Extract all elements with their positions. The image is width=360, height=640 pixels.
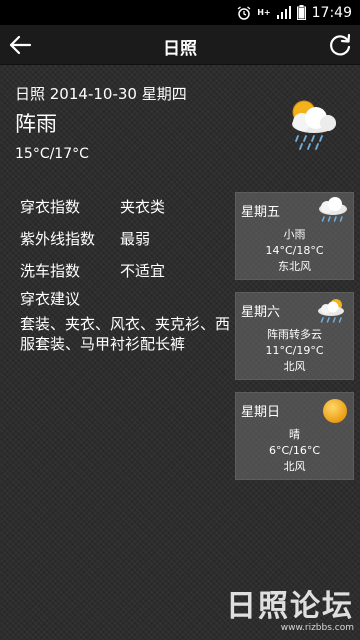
index-table: 穿衣指数 夹衣类 紫外线指数 最弱 洗车指数 不适宜 — [20, 190, 220, 286]
index-value: 夹衣类 — [120, 197, 166, 216]
advice-text: 套装、夹衣、风衣、夹克衫、西服套装、马甲衬衫配长裤 — [20, 315, 231, 353]
index-row-carwash: 洗车指数 不适宜 — [20, 254, 220, 286]
forecast-day: 星期六 — [241, 305, 281, 320]
sun-icon — [323, 399, 347, 423]
forecast-card: 星期日 晴 6°C/16°C 北风 — [235, 392, 354, 480]
forecast-day: 星期五 — [241, 205, 281, 220]
signal-icon — [276, 6, 291, 19]
watermark-url: www.rizbbs.com — [280, 623, 354, 633]
forecast-temperature: 6°C/16°C — [268, 444, 321, 457]
forecast-day: 星期日 — [241, 405, 281, 420]
forecast-wind: 北风 — [283, 360, 306, 373]
forecast-temperature: 14°C/18°C — [265, 244, 324, 257]
forecast-condition: 小雨 — [283, 228, 306, 241]
title-bar: 日照 — [0, 25, 360, 65]
forecast-condition: 晴 — [289, 428, 300, 441]
page-title: 日照 — [163, 39, 197, 59]
today-date: 日照 2014-10-30 星期四 — [15, 85, 187, 103]
index-label: 紫外线指数 — [20, 229, 96, 248]
index-value: 最弱 — [120, 229, 151, 248]
forecast-wind: 东北风 — [278, 260, 311, 273]
forecast-condition: 阵雨转多云 — [267, 328, 322, 341]
battery-icon — [296, 5, 306, 20]
index-row-clothing: 穿衣指数 夹衣类 — [20, 190, 220, 222]
watermark: 日照论坛 www.rizbbs.com — [194, 590, 354, 640]
index-label: 洗车指数 — [20, 261, 81, 280]
sun-cloud-rain-icon — [292, 100, 336, 150]
watermark-logo: 日照论坛 — [226, 589, 354, 624]
forecast-card: 星期五 小雨 14°C/18°C 东北风 — [235, 192, 354, 280]
index-value: 不适宜 — [120, 261, 166, 280]
refresh-icon[interactable] — [326, 31, 354, 59]
status-time: 17:49 — [311, 4, 352, 21]
index-label: 穿衣指数 — [20, 197, 81, 216]
status-bar: H+ 17:49 — [0, 0, 360, 25]
cloud-rain-icon — [319, 197, 347, 222]
network-type-label: H+ — [257, 7, 271, 17]
forecast-wind: 北风 — [283, 460, 306, 473]
today-temperature: 15°C/17°C — [15, 146, 89, 162]
advice-title: 穿衣建议 — [20, 290, 81, 308]
forecast-temperature: 11°C/19°C — [265, 344, 324, 357]
sun-cloud-rain-icon — [318, 299, 344, 323]
alarm-icon — [237, 5, 251, 20]
forecast-card: 星期六 阵雨转多云 11°C/19°C 北风 — [235, 292, 354, 380]
today-condition: 阵雨 — [15, 112, 57, 136]
index-row-uv: 紫外线指数 最弱 — [20, 222, 220, 254]
today-summary: 日照 2014-10-30 星期四 阵雨 15°C/17°C — [15, 84, 275, 164]
